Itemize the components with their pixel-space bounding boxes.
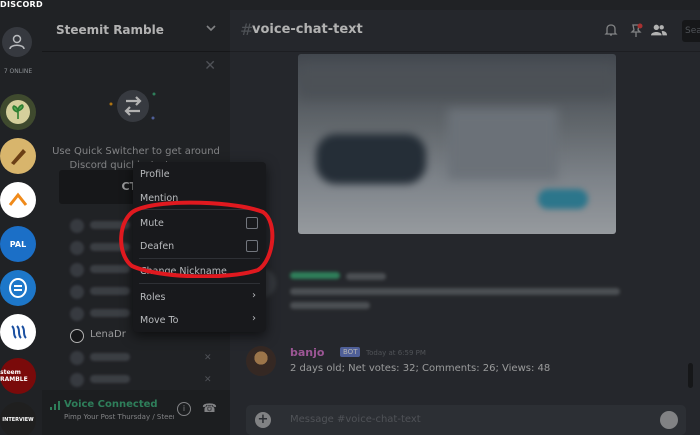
- member-name-blurred: [90, 265, 130, 273]
- member-name: LenaDr: [90, 329, 126, 340]
- chevron-right-icon: ›: [252, 290, 256, 301]
- member-name-blurred: [90, 243, 130, 251]
- chevron-right-icon: ›: [252, 313, 256, 324]
- close-icon[interactable]: ✕: [204, 58, 216, 74]
- message-composer[interactable]: + Message #voice-chat-text: [246, 405, 686, 435]
- h-logo-icon: [8, 192, 28, 206]
- member-name-blurred: [90, 221, 130, 229]
- image-region: [316, 134, 426, 184]
- menu-item-change-nickname[interactable]: Change Nickname: [133, 261, 266, 283]
- menu-item-roles[interactable]: Roles ›: [133, 287, 266, 309]
- voice-connected-label[interactable]: Voice Connected: [64, 399, 158, 410]
- voice-channel-name[interactable]: Pimp Your Post Thursday / Steem...: [64, 413, 174, 421]
- sprout-icon: [6, 100, 30, 124]
- blurred-text: [290, 288, 620, 295]
- message-timestamp: Today at 6:59 PM: [366, 349, 426, 357]
- voice-status-bar: Voice Connected Pimp Your Post Thursday …: [42, 390, 230, 435]
- blurred-timestamp: [346, 273, 386, 280]
- divider: [139, 209, 260, 210]
- image-region: [298, 64, 616, 99]
- chevron-down-icon: [206, 25, 216, 32]
- bell-icon[interactable]: [603, 22, 619, 38]
- home-button[interactable]: [2, 27, 32, 57]
- online-count: 7 ONLINE: [3, 68, 33, 75]
- channel-title: voice-chat-text: [252, 22, 363, 37]
- deafen-checkbox[interactable]: [246, 240, 258, 252]
- user-context-menu: Profile Mention Mute Deafen Change Nickn…: [133, 162, 266, 332]
- mute-checkbox[interactable]: [246, 217, 258, 229]
- composer-placeholder[interactable]: Message #voice-chat-text: [290, 414, 421, 425]
- blurred-text: [290, 302, 370, 309]
- avatar: [70, 263, 84, 277]
- blurred-message: [246, 268, 686, 328]
- server-rail: 7 ONLINE PAL steem RAMBLE INTERVIEW: [0, 10, 42, 435]
- menu-item-deafen[interactable]: Deafen: [133, 236, 266, 258]
- avatar: [70, 219, 84, 233]
- avatar: [70, 373, 84, 387]
- message: banjo BOT Today at 6:59 PM 2 days old; N…: [246, 346, 686, 386]
- list-item[interactable]: ✕: [42, 347, 230, 369]
- muted-mic-icon: ✕: [204, 375, 212, 385]
- steem-logo-icon: [11, 325, 27, 339]
- menu-item-move-to[interactable]: Move To ›: [133, 310, 266, 332]
- coin-icon: [9, 278, 27, 298]
- guild-coin[interactable]: [0, 270, 36, 306]
- divider: [139, 258, 260, 259]
- guild-interview[interactable]: INTERVIEW: [0, 402, 36, 435]
- muted-mic-icon: ✕: [204, 353, 212, 363]
- guild-h[interactable]: [0, 182, 36, 218]
- avatar: [70, 241, 84, 255]
- image-region: [538, 189, 588, 209]
- member-name-blurred: [90, 353, 130, 361]
- menu-item-mute[interactable]: Mute: [133, 213, 266, 235]
- message-author[interactable]: banjo: [290, 346, 324, 359]
- embedded-image[interactable]: [298, 54, 616, 234]
- emoji-icon[interactable]: [660, 411, 678, 429]
- member-name-blurred: [90, 375, 130, 383]
- avatar: [70, 351, 84, 365]
- pen-icon: [11, 149, 26, 165]
- image-region: [448, 109, 558, 179]
- divider: [139, 283, 260, 284]
- quick-switcher-icon: [109, 90, 156, 122]
- list-item[interactable]: ✕: [42, 369, 230, 391]
- avatar[interactable]: [246, 346, 276, 376]
- info-icon[interactable]: i: [177, 402, 191, 416]
- avatar: [70, 329, 84, 343]
- message-text: 2 days old; Net votes: 32; Comments: 26;…: [290, 363, 551, 374]
- guild-steemit-ramble[interactable]: [0, 94, 36, 130]
- guild-steem-ramble[interactable]: steem RAMBLE: [0, 358, 36, 394]
- search-input[interactable]: Sea: [682, 20, 700, 42]
- menu-item-profile[interactable]: Profile: [133, 164, 266, 186]
- avatar: [70, 307, 84, 321]
- server-header[interactable]: Steemit Ramble: [42, 10, 230, 52]
- upload-plus-icon[interactable]: +: [255, 412, 271, 428]
- guild-pen[interactable]: [0, 138, 36, 174]
- friends-icon: [9, 34, 25, 50]
- scrollbar[interactable]: [688, 363, 693, 388]
- bot-badge: BOT: [340, 347, 361, 357]
- discord-window: DISCORD 7 ONLINE PAL steem RAMBLE INTERV…: [0, 0, 700, 435]
- guild-pal[interactable]: PAL: [0, 226, 36, 262]
- menu-item-mention[interactable]: Mention: [133, 188, 266, 210]
- channel-header: # voice-chat-text Sea: [230, 10, 700, 52]
- signal-icon: [50, 401, 60, 410]
- blurred-author: [290, 272, 340, 279]
- server-name: Steemit Ramble: [56, 23, 164, 37]
- member-name-blurred: [90, 309, 130, 317]
- guild-steem[interactable]: [0, 314, 36, 350]
- avatar: [70, 285, 84, 299]
- members-icon[interactable]: [651, 22, 667, 38]
- chat-area: # voice-chat-text Sea banjo BOT Today at…: [230, 10, 700, 435]
- member-name-blurred: [90, 287, 130, 295]
- disconnect-icon[interactable]: ☎: [202, 401, 217, 415]
- discord-wordmark: DISCORD: [0, 0, 43, 9]
- pin-icon[interactable]: [628, 22, 644, 38]
